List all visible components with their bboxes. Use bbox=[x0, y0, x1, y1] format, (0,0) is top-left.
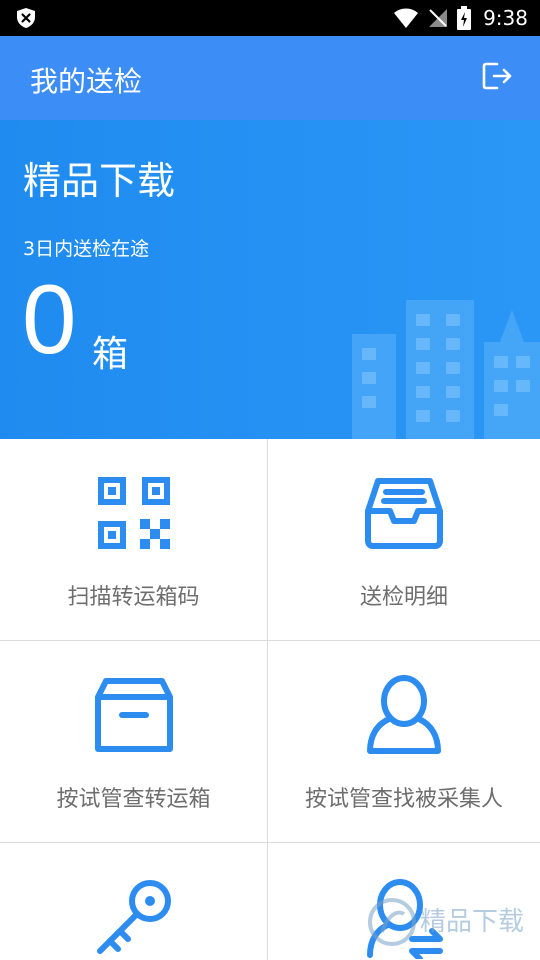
summary-banner: 精品下载 3日内送检在途 0 箱 bbox=[0, 120, 540, 439]
scan-box-code-button[interactable]: 扫描转运箱码 bbox=[0, 439, 268, 641]
shield-icon bbox=[17, 8, 35, 28]
find-person-by-tube-button[interactable]: 按试管查找被采集人 bbox=[268, 641, 540, 843]
person-icon bbox=[367, 675, 441, 754]
no-signal-icon bbox=[429, 9, 448, 27]
page-title: 我的送检 bbox=[30, 65, 143, 98]
submission-details-button[interactable]: 送检明细 bbox=[268, 439, 540, 641]
app-bar: 我的送检 bbox=[0, 36, 540, 120]
menu-item-label: 按试管查转运箱 bbox=[56, 787, 211, 812]
watermark-logo: 精品下载 bbox=[368, 898, 524, 946]
qr-code-icon bbox=[97, 477, 170, 549]
box-unit: 箱 bbox=[92, 334, 129, 375]
in-transit-label: 3日内送检在途 bbox=[23, 238, 150, 260]
menu-item-label: 扫描转运箱码 bbox=[67, 585, 200, 610]
key-menu-button[interactable] bbox=[0, 843, 268, 960]
battery-charging-icon bbox=[457, 6, 472, 30]
menu-item-label: 送检明细 bbox=[359, 585, 448, 610]
box-count: 0 bbox=[22, 264, 77, 374]
find-box-by-tube-button[interactable]: 按试管查转运箱 bbox=[0, 641, 268, 843]
box-icon bbox=[94, 678, 173, 752]
key-icon bbox=[96, 880, 171, 954]
wifi-icon bbox=[394, 8, 419, 28]
city-skyline-illustration bbox=[352, 300, 540, 439]
clock: 9:38 bbox=[483, 6, 528, 30]
logout-icon[interactable] bbox=[478, 58, 514, 94]
menu-item-label: 按试管查找被采集人 bbox=[304, 787, 503, 812]
inbox-tray-icon bbox=[365, 478, 443, 549]
status-bar: 9:38 bbox=[0, 0, 540, 36]
svg-text:精品下载: 精品下载 bbox=[420, 907, 524, 937]
menu-grid: 扫描转运箱码 送检明细 按试管查转运箱 按试管查找被采集人 精品下载 bbox=[0, 439, 540, 960]
brand-title: 精品下载 bbox=[23, 159, 176, 203]
